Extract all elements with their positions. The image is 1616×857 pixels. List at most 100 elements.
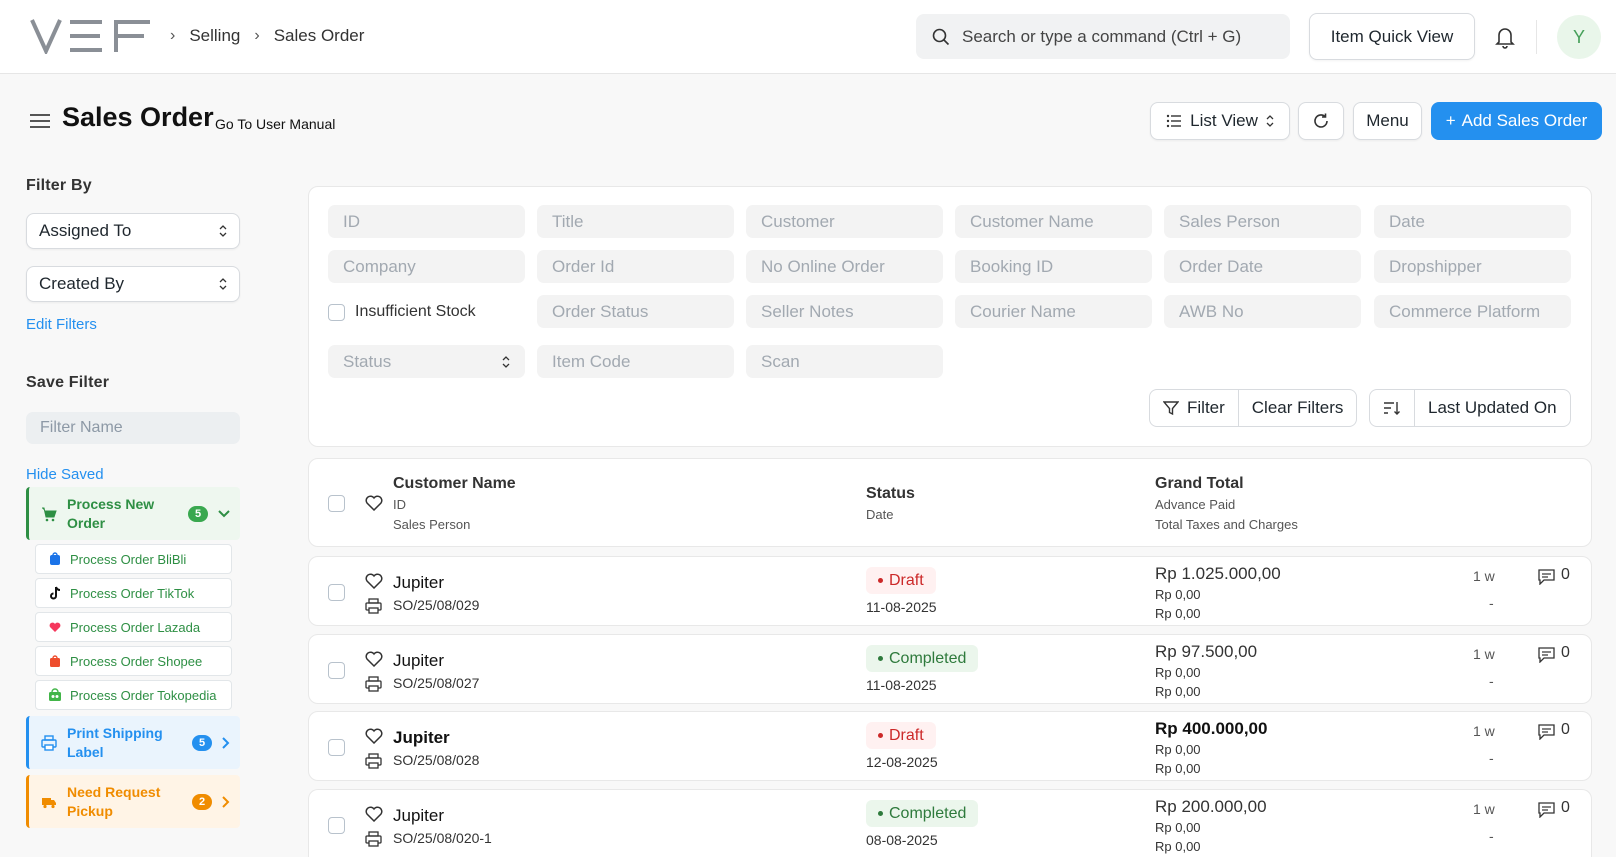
saved-filter-shopee[interactable]: Process Order Shopee (35, 646, 232, 676)
add-sales-order-button[interactable]: + Add Sales Order (1431, 102, 1602, 140)
clear-filters-button[interactable]: Clear Filters (1237, 390, 1357, 426)
table-row[interactable]: Jupiter SO/25/08/029 Draft 11-08-2025 Rp… (308, 556, 1592, 626)
table-row[interactable]: Jupiter SO/25/08/027 Completed 11-08-202… (308, 634, 1592, 704)
edit-filters-link[interactable]: Edit Filters (26, 316, 241, 333)
column-date: Date (866, 507, 894, 522)
printer-icon[interactable] (365, 831, 382, 847)
customer-name[interactable]: Jupiter (393, 651, 444, 671)
breadcrumb-selling[interactable]: Selling (189, 26, 240, 46)
heart-icon[interactable] (365, 573, 383, 589)
column-status[interactable]: Status (866, 485, 915, 503)
customer-name[interactable]: Jupiter (393, 806, 444, 826)
chevron-right-icon[interactable] (222, 795, 230, 808)
filter-sales-person[interactable] (1164, 205, 1361, 238)
search-bar[interactable] (916, 14, 1290, 59)
column-grand-total[interactable]: Grand Total (1155, 475, 1244, 493)
comment-count: 0 (1561, 799, 1570, 816)
saved-filter-process-new-order[interactable]: Process New Order 5 (26, 487, 240, 540)
list-view-switcher[interactable]: List View (1150, 102, 1290, 140)
heart-icon[interactable] (365, 806, 383, 822)
menu-button[interactable]: Menu (1353, 102, 1422, 140)
row-checkbox[interactable] (328, 739, 345, 756)
filter-dropshipper[interactable] (1374, 250, 1571, 283)
sort-by-button[interactable]: Last Updated On (1414, 390, 1570, 426)
modified-age: 1 w (1473, 646, 1495, 662)
printer-icon[interactable] (365, 598, 382, 614)
grand-total: Rp 1.025.000,00 (1155, 564, 1281, 583)
row-checkbox[interactable] (328, 584, 345, 601)
filter-order-date[interactable] (1164, 250, 1361, 283)
checkbox[interactable] (328, 303, 345, 321)
tiktok-icon (50, 586, 61, 600)
filter-courier-name[interactable] (955, 295, 1152, 328)
vef-logo[interactable] (30, 18, 152, 54)
user-manual-link[interactable]: Go To User Manual (215, 116, 335, 132)
chevron-down-icon[interactable] (218, 509, 230, 518)
filter-item-code[interactable] (537, 345, 734, 378)
comment-icon[interactable] (1538, 724, 1555, 740)
filter-customer-name[interactable] (955, 205, 1152, 238)
hide-saved-link[interactable]: Hide Saved (26, 466, 241, 483)
search-input[interactable] (962, 26, 1272, 47)
heart-icon[interactable] (365, 728, 383, 744)
filter-no-online-order[interactable] (746, 250, 943, 283)
search-icon (932, 28, 950, 45)
filter-name-input[interactable] (26, 412, 240, 444)
saved-filter-blibli[interactable]: Process Order BliBli (35, 544, 232, 574)
printer-icon[interactable] (365, 676, 382, 692)
heart-icon[interactable] (365, 651, 383, 667)
customer-name[interactable]: Jupiter (393, 573, 444, 593)
comment-icon[interactable] (1538, 647, 1555, 663)
assigned-to-select[interactable]: Assigned To (26, 213, 240, 249)
saved-filter-tiktok[interactable]: Process Order TikTok (35, 578, 232, 608)
filter-booking-id[interactable] (955, 250, 1152, 283)
select-arrows-icon (1266, 115, 1274, 127)
refresh-button[interactable] (1298, 102, 1344, 140)
table-row[interactable]: Jupiter SO/25/08/020-1 Completed 08-08-2… (308, 789, 1592, 857)
dash: - (1489, 828, 1494, 844)
filter-order-status[interactable] (537, 295, 734, 328)
count-badge: 5 (188, 505, 208, 522)
filter-status-select[interactable]: Status (328, 345, 525, 378)
filter-order-id[interactable] (537, 250, 734, 283)
filter-title[interactable] (537, 205, 734, 238)
filter-button[interactable]: Filter (1150, 390, 1238, 426)
column-customer-name[interactable]: Customer Name (393, 475, 516, 493)
filter-scan[interactable] (746, 345, 943, 378)
table-row[interactable]: Jupiter SO/25/08/028 Draft 12-08-2025 Rp… (308, 711, 1592, 781)
notification-bell-icon[interactable] (1490, 22, 1520, 52)
saved-filter-tokopedia[interactable]: Process Order Tokopedia (35, 680, 232, 710)
filter-customer[interactable] (746, 205, 943, 238)
sort-order-button[interactable] (1370, 390, 1414, 426)
column-id: ID (393, 497, 406, 512)
comment-icon[interactable] (1538, 802, 1555, 818)
hamburger-menu-icon[interactable] (29, 113, 51, 129)
sales-order-id: SO/25/08/027 (393, 675, 480, 691)
chevron-right-icon[interactable] (222, 736, 230, 749)
filter-awb-no[interactable] (1164, 295, 1361, 328)
saved-filter-need-request-pickup[interactable]: Need Request Pickup 2 (26, 775, 240, 828)
status-select-label: Status (343, 351, 392, 371)
created-by-select[interactable]: Created By (26, 266, 240, 302)
filter-company[interactable] (328, 250, 525, 283)
select-all-checkbox[interactable] (328, 495, 345, 512)
customer-name[interactable]: Jupiter (393, 728, 450, 748)
heart-icon[interactable] (365, 495, 383, 511)
item-quick-view-button[interactable]: Item Quick View (1309, 13, 1475, 60)
comment-icon[interactable] (1538, 569, 1555, 585)
saved-filter-print-shipping-label[interactable]: Print Shipping Label 5 (26, 716, 240, 769)
total-taxes: Rp 0,00 (1155, 839, 1201, 854)
breadcrumb-sales-order[interactable]: Sales Order (274, 26, 365, 46)
filter-id[interactable] (328, 205, 525, 238)
total-taxes: Rp 0,00 (1155, 761, 1201, 776)
filter-insufficient-stock[interactable]: Insufficient Stock (328, 303, 476, 321)
row-checkbox[interactable] (328, 817, 345, 834)
filter-seller-notes[interactable] (746, 295, 943, 328)
filter-commerce-platform[interactable] (1374, 295, 1571, 328)
printer-icon[interactable] (365, 753, 382, 769)
saved-filter-lazada[interactable]: Process Order Lazada (35, 612, 232, 642)
row-checkbox[interactable] (328, 662, 345, 679)
filter-date[interactable] (1374, 205, 1571, 238)
comment-count: 0 (1561, 566, 1570, 583)
user-avatar[interactable]: Y (1557, 15, 1601, 59)
